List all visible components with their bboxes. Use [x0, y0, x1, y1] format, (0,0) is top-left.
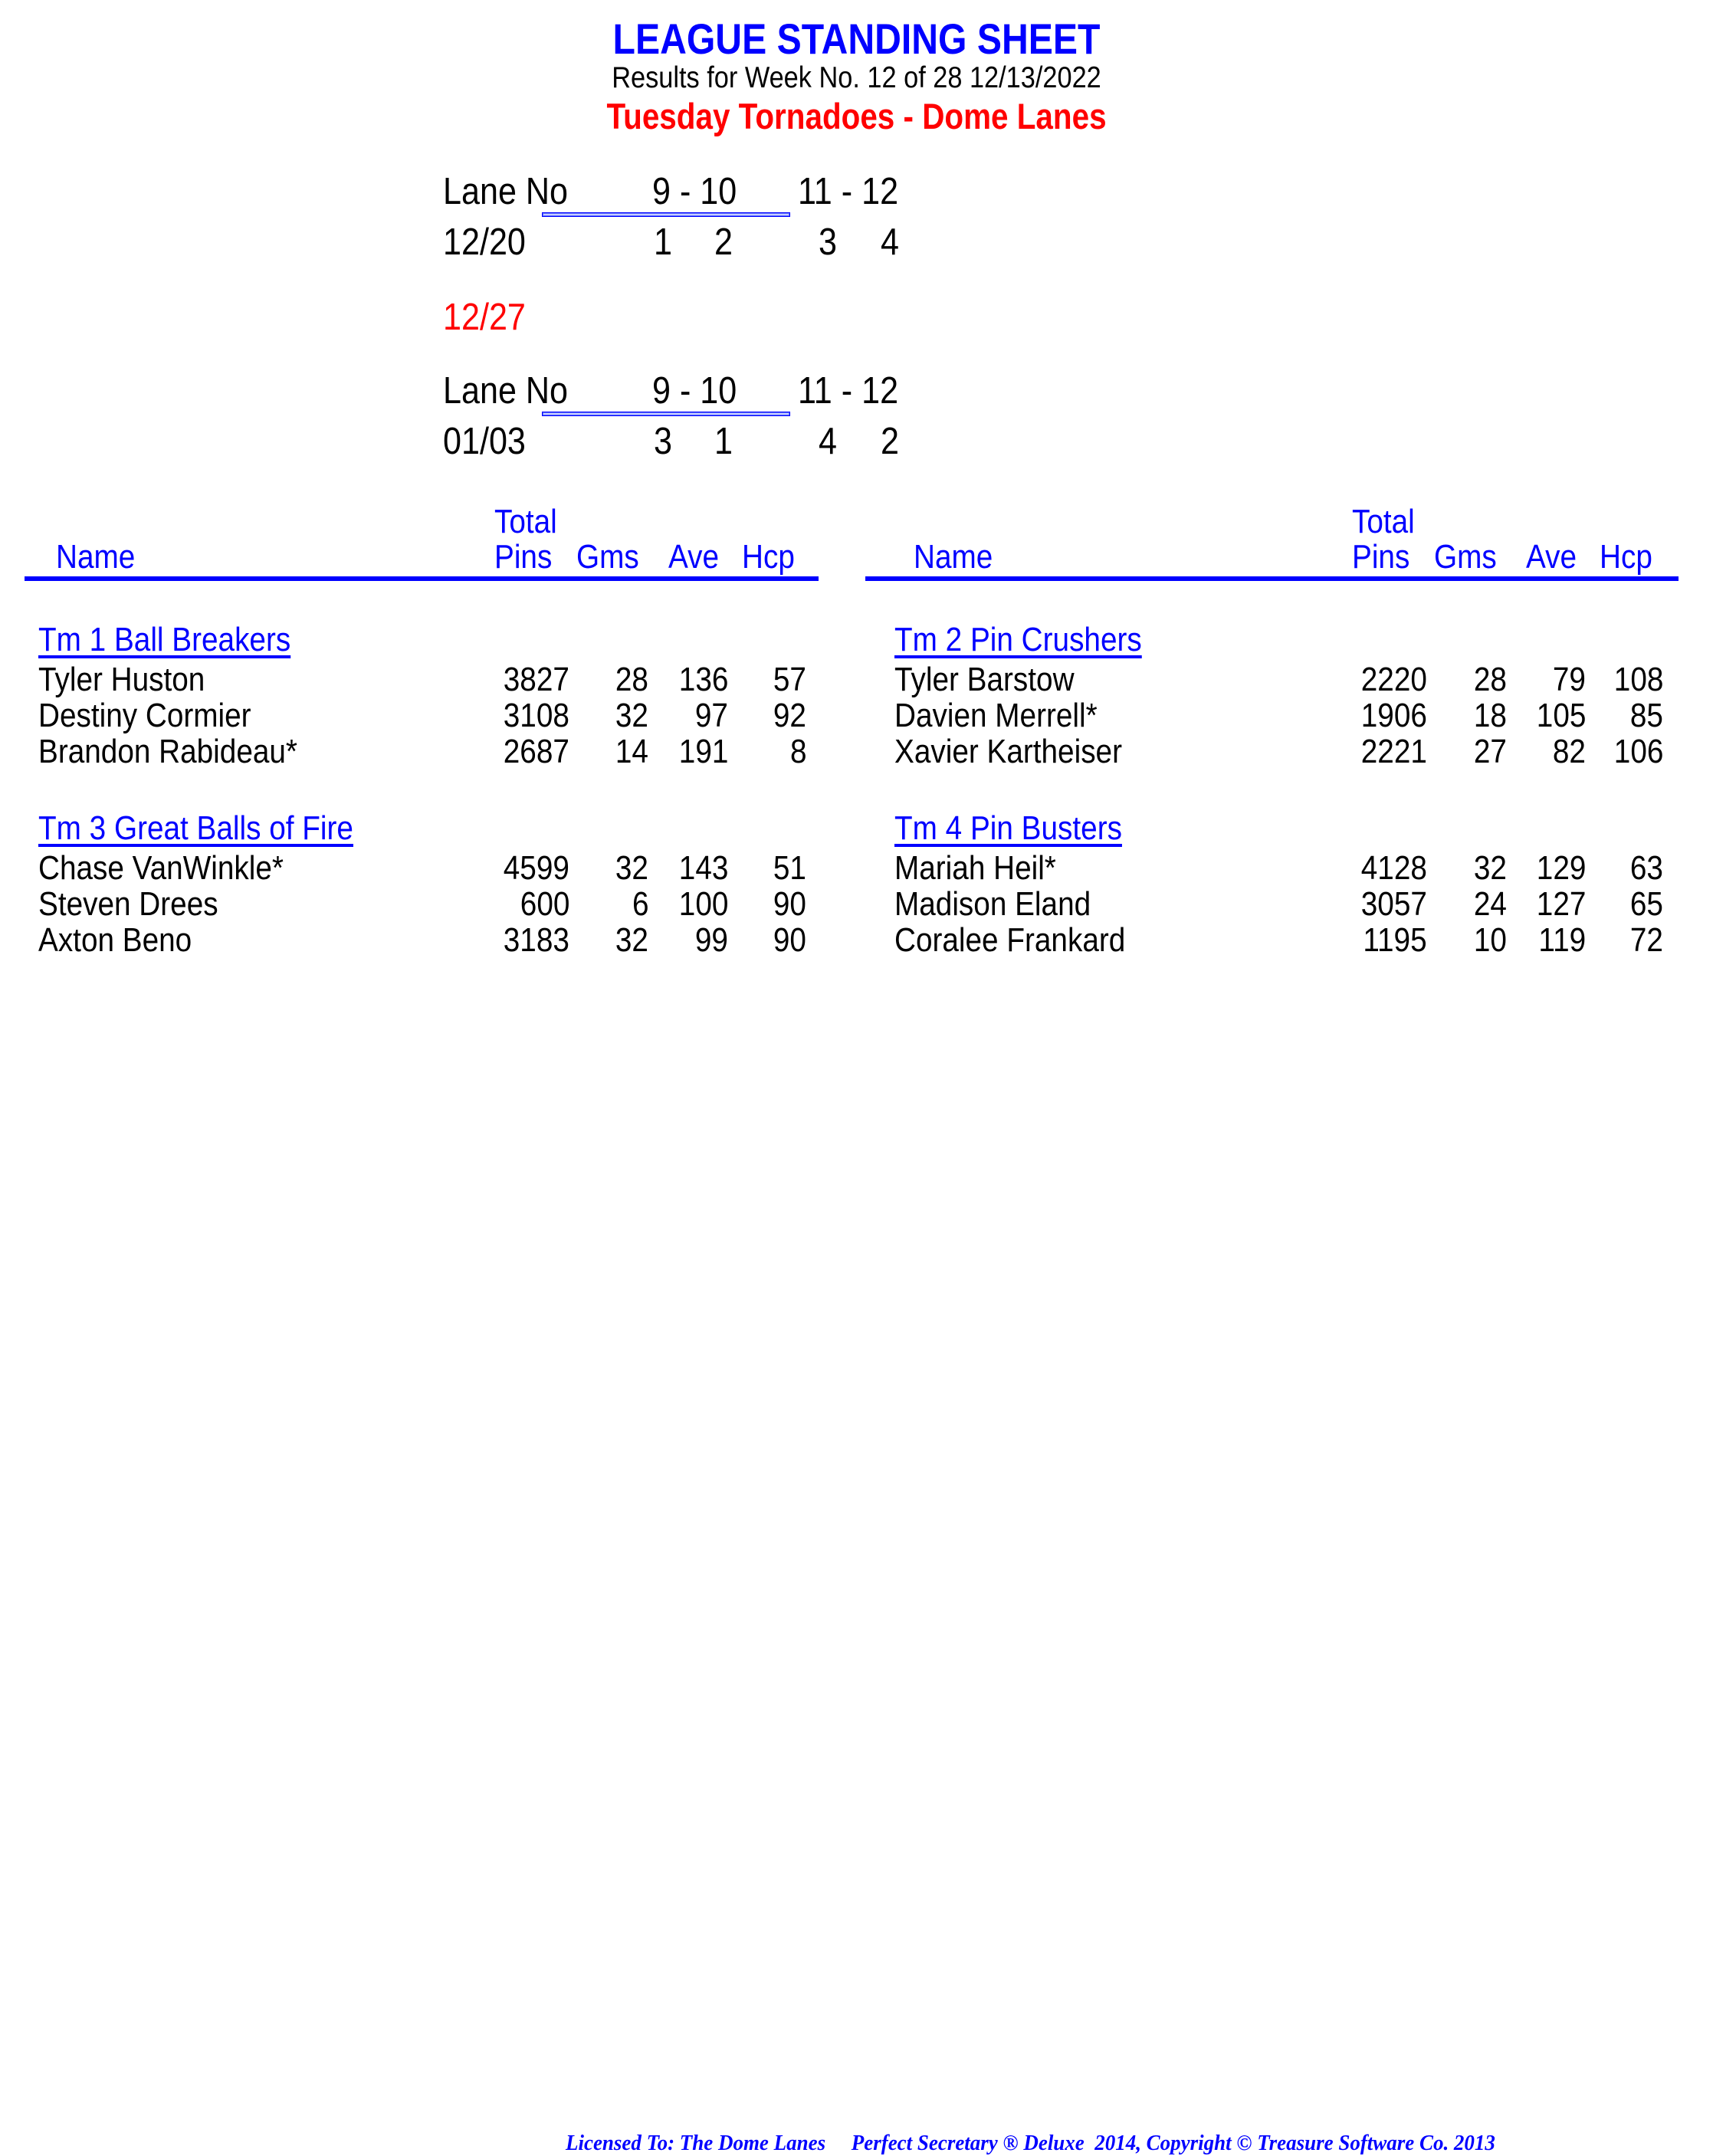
player-hcp: 90: [691, 885, 806, 924]
player-hcp-value: 85: [1629, 697, 1663, 734]
player-name: Davien Merrell*: [894, 697, 1098, 734]
player-hcp-value: 57: [773, 661, 806, 698]
no-bowling-date: 12/27: [443, 297, 526, 338]
lane-label: Lane No: [443, 171, 569, 212]
col-total-label: Total: [1352, 503, 1415, 540]
player-hcp-value: 72: [1629, 921, 1663, 959]
team-number: 4: [819, 421, 837, 462]
player-hcp-value: 90: [773, 885, 806, 923]
player-name: Madison Eland: [894, 885, 1091, 923]
team-number: 1: [654, 222, 672, 263]
lane-pair: 11 - 12: [798, 171, 899, 212]
schedule-date: 12/20: [443, 222, 526, 263]
team-name-link[interactable]: Tm 2 Pin Crushers: [894, 621, 1142, 659]
team-number: 1: [714, 421, 733, 462]
col-gms-label: Gms: [1434, 538, 1497, 576]
schedule-date: 01/03: [443, 421, 526, 462]
player-hcp-value: 90: [773, 921, 806, 959]
league-name: Tuesday Tornadoes - Dome Lanes: [606, 96, 1107, 136]
player-name: Chase VanWinkle*: [38, 849, 284, 887]
license-footer: Licensed To: The Dome Lanes Perfect Secr…: [566, 2131, 1495, 2155]
player-hcp: 85: [1548, 697, 1663, 735]
player-hcp: 106: [1548, 733, 1663, 771]
player-hcp-value: 65: [1629, 885, 1663, 923]
player-name: Coralee Frankard: [894, 921, 1126, 959]
col-ave-label: Ave: [668, 538, 720, 576]
lane-pair: 9 - 10: [652, 171, 737, 212]
team-name-link[interactable]: Tm 3 Great Balls of Fire: [38, 809, 353, 848]
player-hcp-value: 92: [773, 697, 806, 734]
player-hcp: 72: [1548, 921, 1663, 960]
player-hcp: 57: [691, 661, 806, 699]
header-rule: [25, 576, 819, 581]
player-name: Tyler Barstow: [894, 661, 1075, 698]
player-hcp: 92: [691, 697, 806, 735]
player-name: Mariah Heil*: [894, 849, 1056, 887]
lane-label: Lane No: [443, 370, 569, 412]
lane-pair: 9 - 10: [652, 370, 737, 412]
col-name-label: Name: [56, 538, 136, 576]
player-name: Steven Drees: [38, 885, 218, 923]
player-hcp: 108: [1548, 661, 1663, 699]
player-name: Tyler Huston: [38, 661, 205, 698]
lane-pair: 11 - 12: [798, 370, 899, 412]
col-hcp-label: Hcp: [742, 538, 795, 576]
col-hcp-label: Hcp: [1600, 538, 1652, 576]
page-title: LEAGUE STANDING SHEET: [612, 15, 1101, 63]
player-hcp-value: 63: [1629, 849, 1663, 887]
player-hcp-value: 108: [1613, 661, 1663, 698]
col-name-label: Name: [914, 538, 993, 576]
week-subtitle: Results for Week No. 12 of 28 12/13/2022: [612, 61, 1101, 94]
col-gms-label: Gms: [576, 538, 639, 576]
player-hcp: 51: [691, 849, 806, 888]
team-number: 2: [881, 421, 899, 462]
player-hcp: 8: [691, 733, 806, 771]
team-number: 3: [654, 421, 672, 462]
player-hcp-value: 51: [773, 849, 806, 887]
player-hcp: 65: [1548, 885, 1663, 924]
player-hcp: 90: [691, 921, 806, 960]
col-pins-label: Pins: [1352, 538, 1410, 576]
player-hcp: 63: [1548, 849, 1663, 888]
team-number: 2: [714, 222, 733, 263]
col-total-label: Total: [494, 503, 557, 540]
player-hcp-value: 8: [789, 733, 806, 770]
team-name-link[interactable]: Tm 1 Ball Breakers: [38, 621, 290, 659]
player-name: Axton Beno: [38, 921, 192, 959]
team-name-link[interactable]: Tm 4 Pin Busters: [894, 809, 1122, 848]
team-number: 4: [881, 222, 899, 263]
header-rule: [865, 576, 1679, 581]
col-ave-label: Ave: [1526, 538, 1577, 576]
lane-divider: [542, 412, 790, 416]
lane-divider: [542, 212, 790, 217]
player-name: Xavier Kartheiser: [894, 733, 1122, 770]
player-name: Brandon Rabideau*: [38, 733, 297, 770]
col-pins-label: Pins: [494, 538, 553, 576]
player-hcp-value: 106: [1613, 733, 1663, 770]
player-name: Destiny Cormier: [38, 697, 251, 734]
team-number: 3: [819, 222, 837, 263]
